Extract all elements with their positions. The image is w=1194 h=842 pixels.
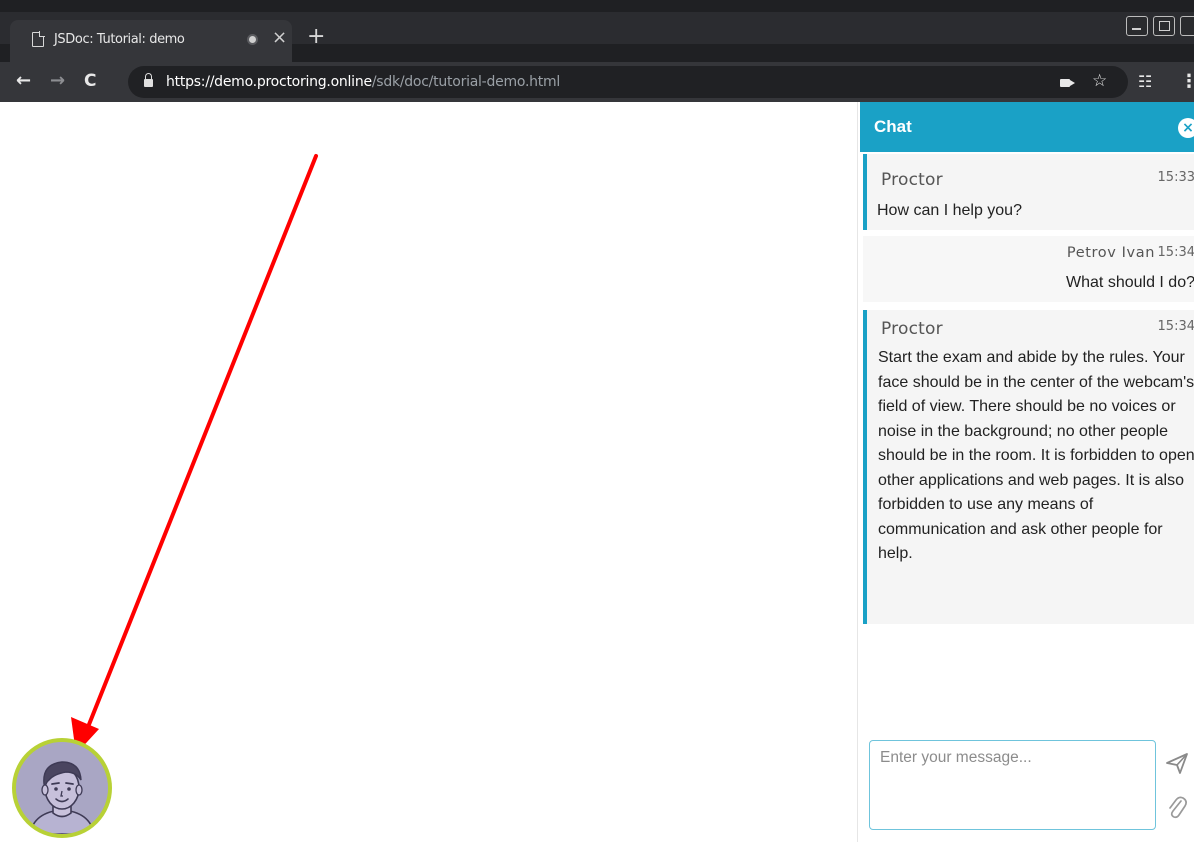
paperclip-icon[interactable] bbox=[1166, 794, 1188, 820]
lock-icon bbox=[144, 73, 153, 87]
url-path: /sdk/doc/tutorial-demo.html bbox=[371, 74, 561, 90]
close-window-button[interactable] bbox=[1180, 16, 1194, 36]
window-controls bbox=[1126, 16, 1194, 36]
back-arrow-icon[interactable]: ← bbox=[16, 70, 31, 92]
person-face-icon bbox=[16, 742, 108, 834]
message-time: 15:34 bbox=[1157, 319, 1194, 334]
message-time: 15:33 bbox=[1157, 170, 1194, 185]
user-avatar[interactable] bbox=[12, 738, 112, 838]
forward-arrow-icon[interactable]: → bbox=[50, 70, 65, 92]
incognito-icon[interactable]: ☷ bbox=[1138, 73, 1152, 91]
url-text[interactable]: https://demo.proctoring.online/sdk/doc/t… bbox=[166, 74, 560, 90]
reload-icon[interactable]: C bbox=[84, 70, 96, 92]
message-author: Petrov Ivan bbox=[1066, 245, 1155, 261]
new-tab-icon[interactable]: + bbox=[307, 26, 325, 48]
minimize-window-button[interactable] bbox=[1126, 16, 1148, 36]
browser-toolbar: ← → C https://demo.proctoring.online/sdk… bbox=[0, 62, 1194, 102]
send-icon[interactable] bbox=[1164, 750, 1190, 776]
maximize-window-button[interactable] bbox=[1153, 16, 1175, 36]
chat-header: Chat × bbox=[860, 102, 1194, 152]
message-time: 15:34 bbox=[1157, 245, 1194, 260]
bookmark-star-icon[interactable]: ☆ bbox=[1092, 71, 1107, 91]
browser-tabbar: JSDoc: Tutorial: demo × + bbox=[0, 0, 1194, 68]
message-author: Proctor bbox=[881, 170, 943, 190]
browser-tab[interactable]: JSDoc: Tutorial: demo × bbox=[10, 20, 292, 62]
chat-title: Chat bbox=[874, 117, 912, 136]
message-author: Proctor bbox=[881, 319, 943, 339]
camera-in-use-icon[interactable] bbox=[1060, 79, 1075, 87]
page-icon bbox=[32, 31, 45, 47]
message-text: What should I do? bbox=[1066, 274, 1194, 291]
browser-menu-icon[interactable]: ⋮ bbox=[1180, 72, 1194, 92]
message-text: How can I help you? bbox=[877, 202, 1022, 219]
chat-message-input[interactable] bbox=[869, 740, 1156, 830]
chat-message-user: Petrov Ivan 15:34 What should I do? bbox=[863, 236, 1194, 302]
chat-message-proctor: Proctor 15:34 Start the exam and abide b… bbox=[863, 310, 1194, 624]
chat-panel: Chat × Proctor 15:33 How can I help you?… bbox=[857, 102, 1194, 842]
close-chat-icon[interactable]: × bbox=[1178, 118, 1194, 138]
tab-close-icon[interactable]: × bbox=[272, 28, 287, 48]
chat-message-proctor: Proctor 15:33 How can I help you? bbox=[863, 154, 1194, 230]
tab-title: JSDoc: Tutorial: demo bbox=[54, 32, 185, 47]
message-text: Start the exam and abide by the rules. Y… bbox=[878, 349, 1194, 562]
url-host: https://demo.proctoring.online bbox=[166, 74, 372, 90]
tab-recording-icon bbox=[247, 34, 258, 45]
address-bar[interactable]: https://demo.proctoring.online/sdk/doc/t… bbox=[128, 66, 1128, 98]
annotation-arrow-shaft bbox=[84, 154, 318, 734]
